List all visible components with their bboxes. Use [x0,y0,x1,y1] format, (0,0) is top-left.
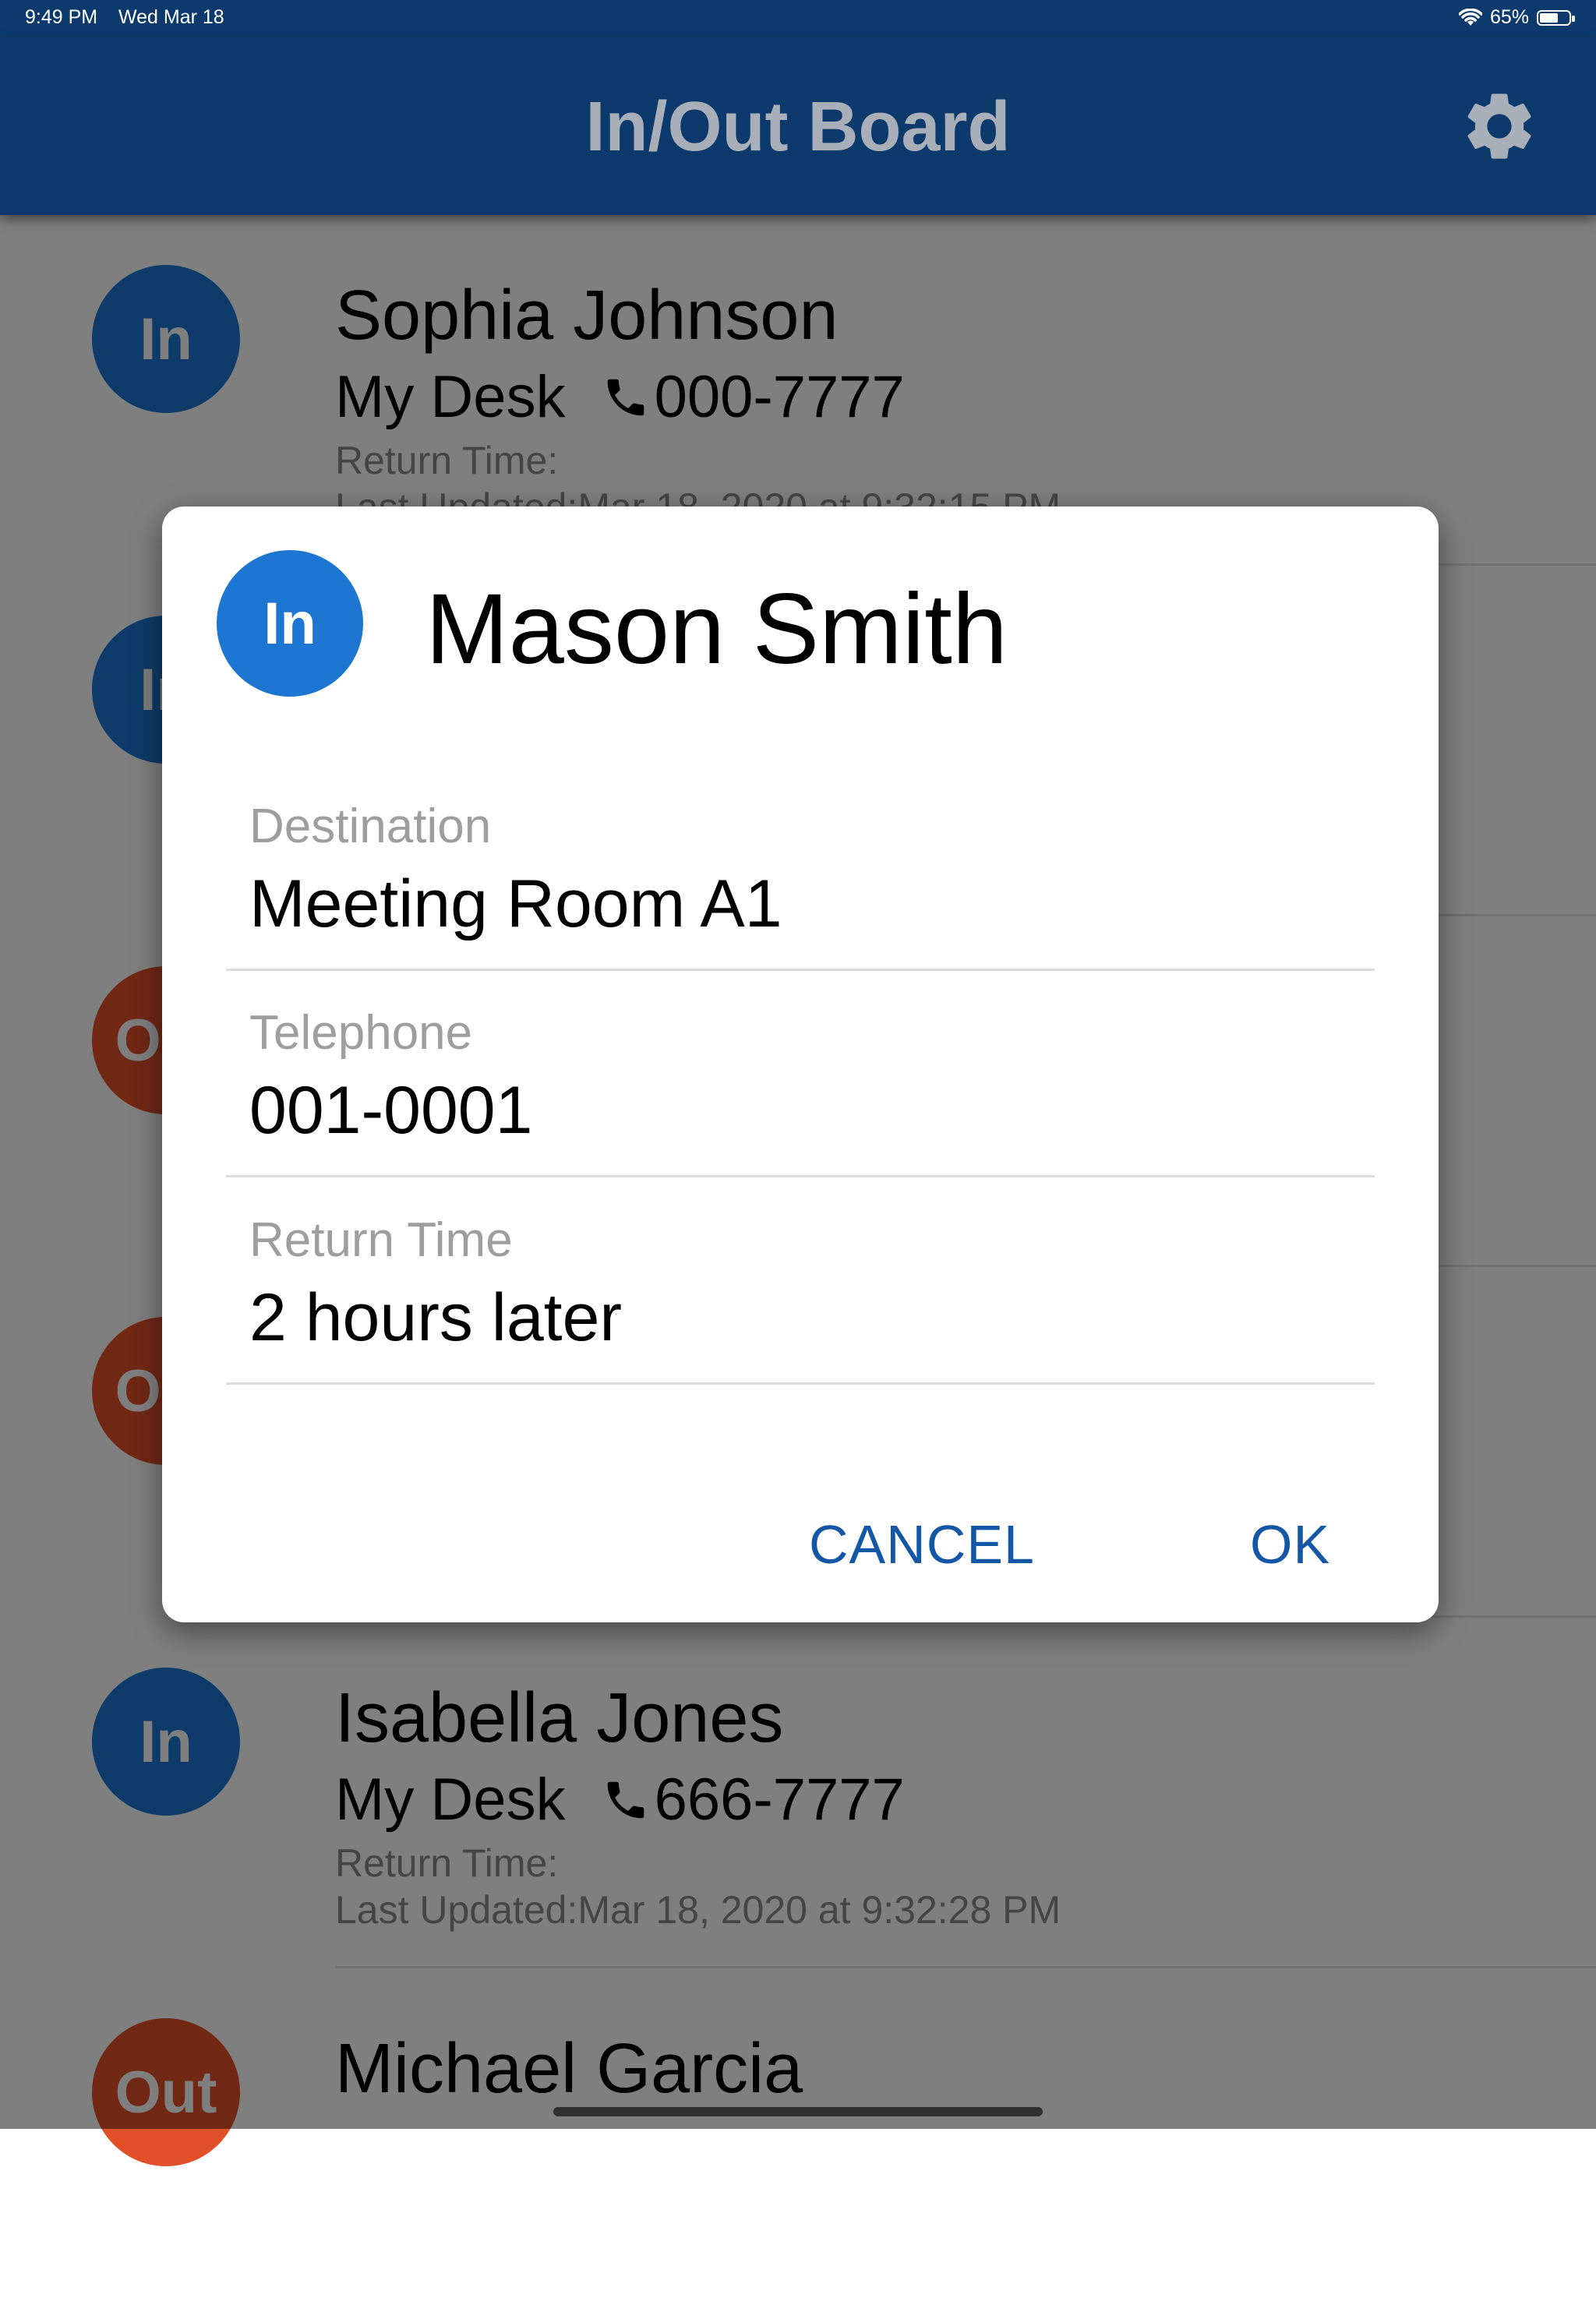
field-underline [226,1382,1375,1385]
status-time: 9:49 PM [25,6,98,28]
cancel-button[interactable]: CANCEL [809,1513,1035,1576]
dialog-status-badge[interactable]: In [217,550,363,697]
destination-input[interactable]: Meeting Room A1 [249,866,782,943]
status-right: 65% [1458,6,1575,29]
dialog-person-name: Mason Smith [425,574,1008,685]
telephone-input[interactable]: 001-0001 [249,1072,532,1149]
wifi-icon [1458,8,1482,26]
field-underline [226,1175,1375,1177]
home-indicator[interactable] [553,2107,1043,2116]
dialog-actions: CANCEL OK [162,1490,1439,1622]
status-date: Wed Mar 18 [118,6,224,28]
ok-button[interactable]: OK [1250,1513,1330,1576]
field-underline [226,969,1375,971]
return-time-input[interactable]: 2 hours later [249,1280,622,1357]
app-title: In/Out Board [585,88,1011,166]
return-time-label: Return Time [249,1213,513,1267]
status-bar: 9:49 PM Wed Mar 18 65% [0,0,1596,37]
battery-icon [1537,9,1575,26]
app-bar: In/Out Board [0,37,1596,215]
edit-status-dialog: In Mason Smith Destination Meeting Room … [162,507,1439,1622]
destination-label: Destination [249,799,492,853]
battery-percent: 65% [1489,6,1529,28]
gear-icon[interactable] [1459,86,1540,167]
telephone-label: Telephone [249,1006,473,1060]
